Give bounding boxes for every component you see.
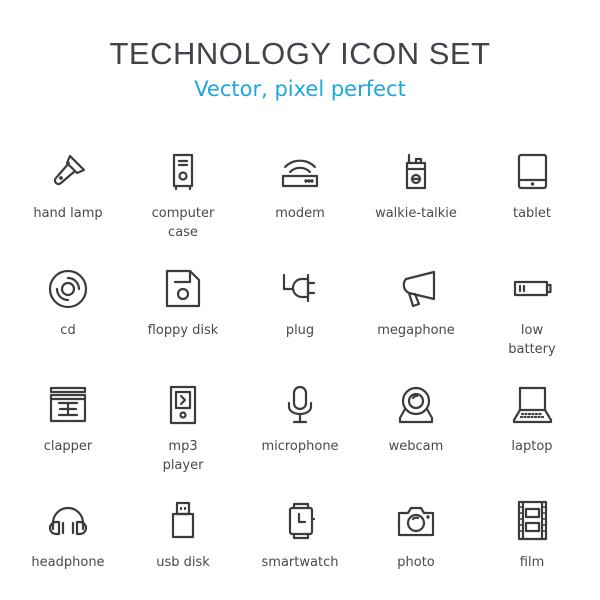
mp3-player-icon bbox=[169, 385, 197, 425]
icon-label: clapper bbox=[43, 439, 93, 454]
icon-label: hand lamp bbox=[33, 206, 103, 221]
icon-label: low battery bbox=[508, 323, 556, 357]
icon-tile-headphone: headphone bbox=[10, 499, 126, 572]
plug-icon bbox=[282, 273, 316, 303]
icon-tile-modem: modem bbox=[242, 150, 358, 223]
icon-label: computer case bbox=[151, 206, 215, 240]
icon-tile-walkie-talkie: walkie-talkie bbox=[358, 150, 474, 223]
icon-label: smartwatch bbox=[261, 555, 339, 570]
icon-label: webcam bbox=[388, 439, 444, 454]
icon-tile-low-battery: low battery bbox=[474, 267, 590, 359]
clapper-icon bbox=[49, 386, 87, 423]
walkie-talkie-icon bbox=[405, 153, 427, 190]
icon-label: modem bbox=[275, 206, 325, 221]
laptop-icon bbox=[512, 386, 553, 424]
webcam-icon bbox=[398, 386, 434, 424]
cd-icon bbox=[48, 269, 88, 309]
icon-label: floppy disk bbox=[147, 323, 219, 338]
icon-label: tablet bbox=[512, 206, 552, 221]
icon-label: laptop bbox=[511, 439, 553, 454]
icon-label: mp3 player bbox=[162, 439, 204, 473]
icon-tile-mp3-player: mp3 player bbox=[125, 383, 241, 475]
microphone-icon bbox=[287, 385, 313, 424]
icon-label: microphone bbox=[261, 439, 339, 454]
page-title: TECHNOLOGY ICON SET bbox=[109, 36, 491, 71]
icon-tile-usb-disk: usb disk bbox=[125, 499, 241, 572]
icon-label: usb disk bbox=[156, 555, 210, 570]
tablet-icon bbox=[517, 153, 548, 190]
low-battery-icon bbox=[513, 280, 552, 297]
modem-icon bbox=[281, 159, 319, 188]
icon-label: walkie-talkie bbox=[375, 206, 457, 221]
megaphone-icon bbox=[402, 270, 436, 308]
icon-tile-film: film bbox=[474, 499, 590, 572]
icon-label: photo bbox=[397, 555, 435, 570]
icon-tile-floppy-disk: floppy disk bbox=[125, 267, 241, 340]
hand-lamp-icon bbox=[53, 154, 86, 186]
icon-label: film bbox=[519, 555, 545, 570]
usb-disk-icon bbox=[171, 501, 195, 539]
icon-label: plug bbox=[285, 323, 315, 338]
icon-label: headphone bbox=[31, 555, 105, 570]
icon-tile-microphone: microphone bbox=[242, 383, 358, 456]
photo-icon bbox=[397, 506, 435, 537]
icon-tile-megaphone: megaphone bbox=[358, 267, 474, 340]
computer-case-icon bbox=[172, 153, 194, 191]
smartwatch-icon bbox=[288, 502, 316, 540]
icon-tile-laptop: laptop bbox=[474, 383, 590, 456]
icon-label: cd bbox=[60, 323, 76, 338]
film-icon bbox=[517, 500, 548, 541]
page-subtitle: Vector, pixel perfect bbox=[194, 77, 406, 101]
icon-tile-photo: photo bbox=[358, 499, 474, 572]
floppy-disk-icon bbox=[165, 269, 201, 308]
icon-tile-tablet: tablet bbox=[474, 150, 590, 223]
icon-tile-clapper: clapper bbox=[10, 383, 126, 456]
headphone-icon bbox=[48, 506, 88, 536]
icon-tile-webcam: webcam bbox=[358, 383, 474, 456]
icon-tile-plug: plug bbox=[242, 267, 358, 340]
icon-tile-hand-lamp: hand lamp bbox=[10, 150, 126, 223]
icon-label: megaphone bbox=[377, 323, 455, 338]
icon-tile-cd: cd bbox=[10, 267, 126, 340]
icon-tile-computer-case: computer case bbox=[125, 150, 241, 242]
icon-tile-smartwatch: smartwatch bbox=[242, 499, 358, 572]
